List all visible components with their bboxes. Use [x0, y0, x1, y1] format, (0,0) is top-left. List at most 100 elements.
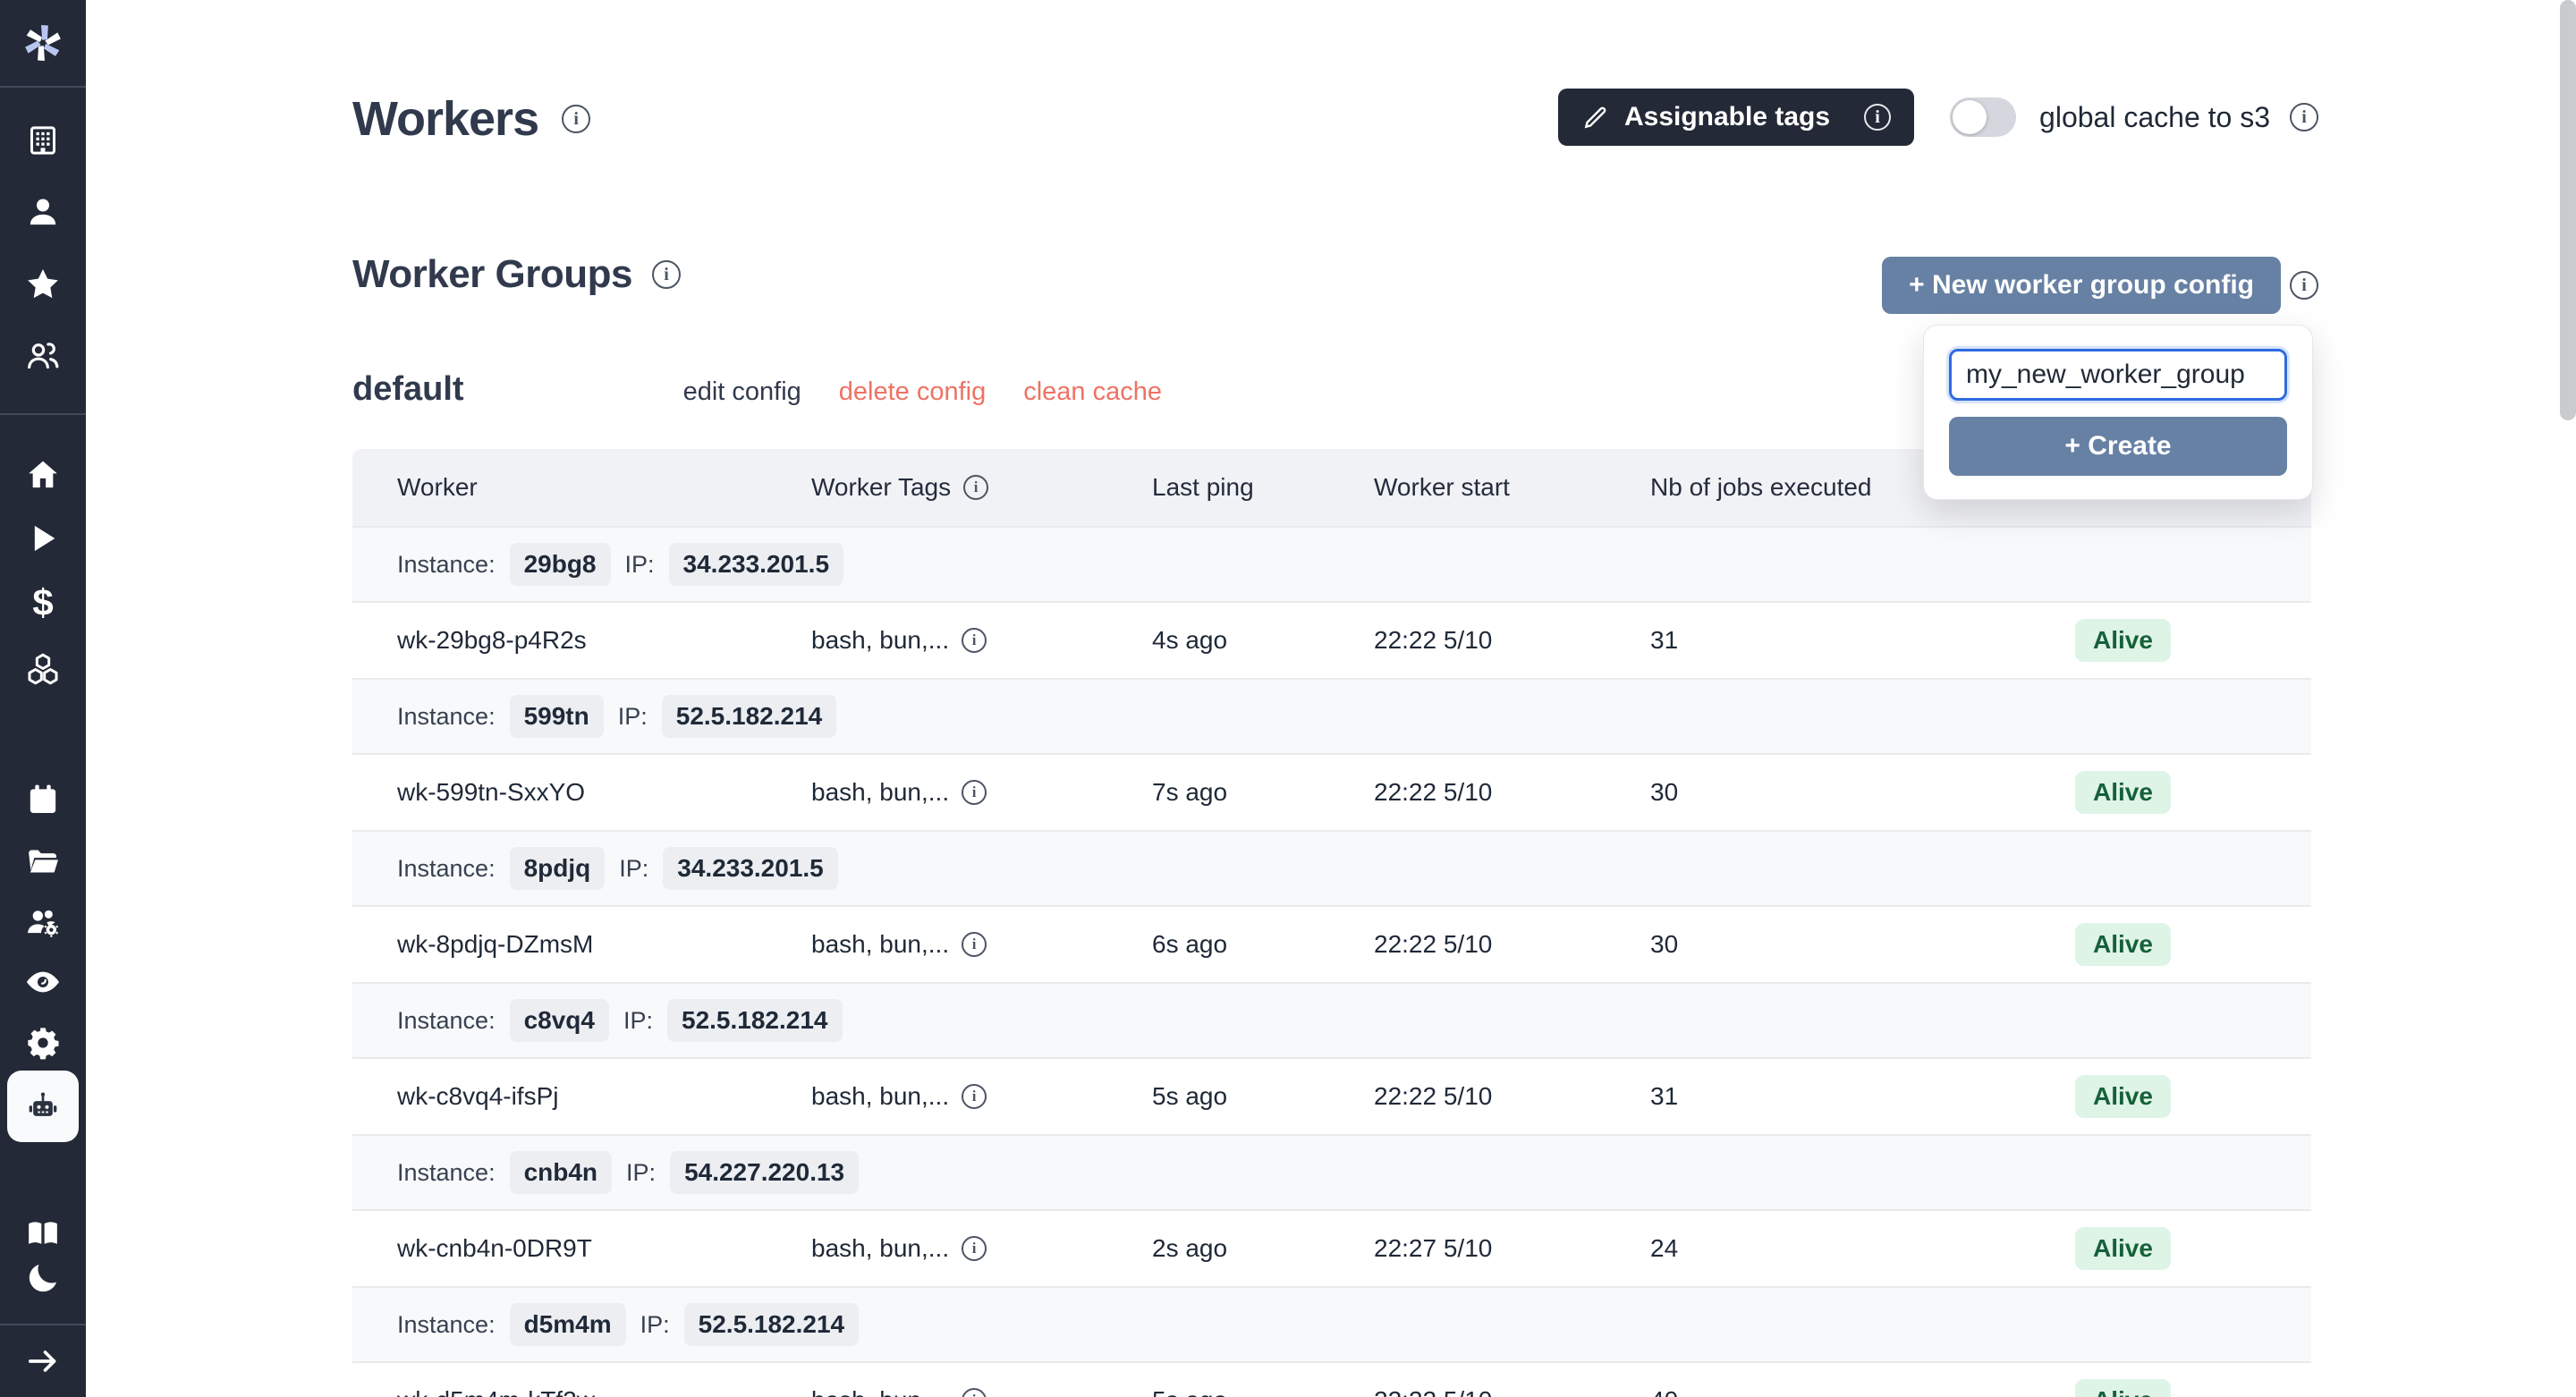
worker-start: 22:22 5/10 — [1374, 626, 1650, 655]
instance-row: Instance: 599tn IP: 52.5.182.214 — [352, 678, 2311, 753]
assignable-tags-button[interactable]: Assignable tags i — [1558, 89, 1914, 146]
last-ping: 2s ago — [1152, 1234, 1374, 1263]
worker-tags: bash, bun,... — [811, 1386, 949, 1397]
worker-group-default: default edit config delete config clean … — [352, 370, 1199, 409]
instance-ip: 52.5.182.214 — [684, 1303, 860, 1346]
tags-info-icon[interactable]: i — [962, 628, 987, 653]
new-worker-group-info-icon[interactable]: i — [2290, 271, 2318, 300]
column-header-worker-tags: Worker Tags i — [811, 473, 1152, 502]
instance-row: Instance: 29bg8 IP: 34.233.201.5 — [352, 526, 2311, 601]
worker-name: wk-8pdjq-DZmsM — [397, 930, 811, 959]
moon-icon — [25, 1260, 61, 1296]
jobs-executed: 31 — [1650, 1082, 2075, 1111]
sidebar-item-workspace[interactable] — [25, 123, 61, 158]
sidebar-item-workers[interactable] — [7, 1071, 79, 1142]
worker-name: wk-cnb4n-0DR9T — [397, 1234, 811, 1263]
instance-label: Instance: — [397, 1159, 496, 1187]
tags-info-icon[interactable]: i — [962, 780, 987, 805]
status-badge: Alive — [2075, 1379, 2171, 1397]
create-worker-group-button[interactable]: + Create — [1949, 417, 2287, 476]
worker-groups-actions: + New worker group config i — [1882, 257, 2318, 314]
instance-id: d5m4m — [510, 1303, 626, 1346]
robot-icon — [25, 1088, 61, 1124]
instance-label: Instance: — [397, 551, 496, 579]
column-header-worker: Worker — [397, 473, 811, 502]
worker-row: wk-c8vq4-ifsPj bash, bun,... i 5s ago 22… — [352, 1057, 2311, 1134]
windmill-logo-icon[interactable] — [18, 18, 68, 68]
arrow-right-icon — [25, 1343, 61, 1379]
worker-tags: bash, bun,... — [811, 1082, 949, 1111]
worker-tags-info-icon[interactable]: i — [963, 475, 988, 500]
edit-config-link[interactable]: edit config — [683, 377, 801, 407]
column-header-worker-start: Worker start — [1374, 473, 1650, 502]
header-controls: Assignable tags i global cache to s3 i — [1558, 88, 2318, 147]
sidebar-item-settings[interactable] — [25, 1025, 61, 1061]
instance-id: c8vq4 — [510, 999, 609, 1042]
sidebar-item-expand[interactable] — [25, 1343, 61, 1379]
sidebar-divider — [0, 413, 86, 415]
sidebar-item-docs[interactable] — [25, 1215, 61, 1251]
worker-group-name-input[interactable] — [1949, 349, 2287, 401]
worker-tags-cell: bash, bun,... i — [811, 1386, 1152, 1397]
worker-start: 22:27 5/10 — [1374, 1234, 1650, 1263]
status-badge: Alive — [2075, 771, 2171, 814]
ip-label: IP: — [623, 1007, 653, 1035]
jobs-executed: 40 — [1650, 1386, 2075, 1397]
instance-row: Instance: d5m4m IP: 52.5.182.214 — [352, 1286, 2311, 1361]
workers-info-icon[interactable]: i — [562, 105, 590, 133]
jobs-executed: 24 — [1650, 1234, 2075, 1263]
tags-info-icon[interactable]: i — [962, 1388, 987, 1397]
tags-info-icon[interactable]: i — [962, 932, 987, 957]
gear-icon — [25, 1025, 61, 1061]
sidebar-item-groups[interactable] — [25, 904, 61, 940]
sidebar-item-favorites[interactable] — [25, 267, 61, 302]
last-ping: 5s ago — [1152, 1386, 1374, 1397]
sidebar-item-dark-mode[interactable] — [25, 1260, 61, 1296]
eye-icon — [25, 964, 61, 1000]
global-cache-info-icon[interactable]: i — [2290, 103, 2318, 131]
worker-name: wk-599tn-SxxYO — [397, 778, 811, 807]
instance-ip: 34.233.201.5 — [669, 543, 844, 586]
ip-label: IP: — [619, 855, 648, 883]
last-ping: 4s ago — [1152, 626, 1374, 655]
instance-label: Instance: — [397, 1311, 496, 1339]
home-icon — [25, 457, 61, 493]
sidebar-item-usage[interactable]: $ — [25, 585, 61, 621]
scrollbar[interactable] — [2560, 0, 2576, 420]
sidebar-item-collaborators[interactable] — [25, 338, 61, 374]
pencil-icon — [1581, 103, 1610, 131]
book-icon — [25, 1215, 61, 1251]
worker-start: 22:22 5/10 — [1374, 1386, 1650, 1397]
users-icon — [25, 338, 61, 374]
jobs-executed: 30 — [1650, 778, 2075, 807]
sidebar-item-home[interactable] — [25, 457, 61, 493]
tags-info-icon[interactable]: i — [962, 1084, 987, 1109]
sidebar-divider — [0, 86, 86, 88]
worker-tags: bash, bun,... — [811, 626, 949, 655]
worker-groups-title: Worker Groups — [352, 252, 632, 297]
tags-info-icon[interactable]: i — [962, 1236, 987, 1261]
sidebar: $ — [0, 0, 86, 1397]
global-cache-toggle[interactable] — [1950, 97, 2016, 137]
sidebar-item-runs[interactable] — [25, 521, 61, 556]
sidebar-item-schedules[interactable] — [25, 782, 61, 817]
worker-tags: bash, bun,... — [811, 930, 949, 959]
ip-label: IP: — [625, 551, 655, 579]
sidebar-item-resources[interactable] — [25, 651, 61, 687]
assignable-tags-info-icon[interactable]: i — [1864, 104, 1891, 131]
instance-ip: 52.5.182.214 — [662, 695, 837, 738]
sidebar-item-folders[interactable] — [25, 843, 61, 879]
status-badge: Alive — [2075, 1227, 2171, 1270]
delete-config-link[interactable]: delete config — [839, 377, 986, 407]
worker-groups-info-icon[interactable]: i — [652, 260, 681, 289]
clean-cache-link[interactable]: clean cache — [1023, 377, 1162, 407]
new-worker-group-config-button[interactable]: + New worker group config — [1882, 257, 2281, 314]
status-badge: Alive — [2075, 1075, 2171, 1118]
sidebar-item-audit-logs[interactable] — [25, 964, 61, 1000]
sidebar-item-user[interactable] — [25, 194, 61, 230]
page-title: Workers — [352, 91, 538, 147]
worker-tags-cell: bash, bun,... i — [811, 1082, 1152, 1111]
instance-id: 8pdjq — [510, 847, 606, 890]
instance-ip: 34.233.201.5 — [663, 847, 838, 890]
instance-label: Instance: — [397, 1007, 496, 1035]
